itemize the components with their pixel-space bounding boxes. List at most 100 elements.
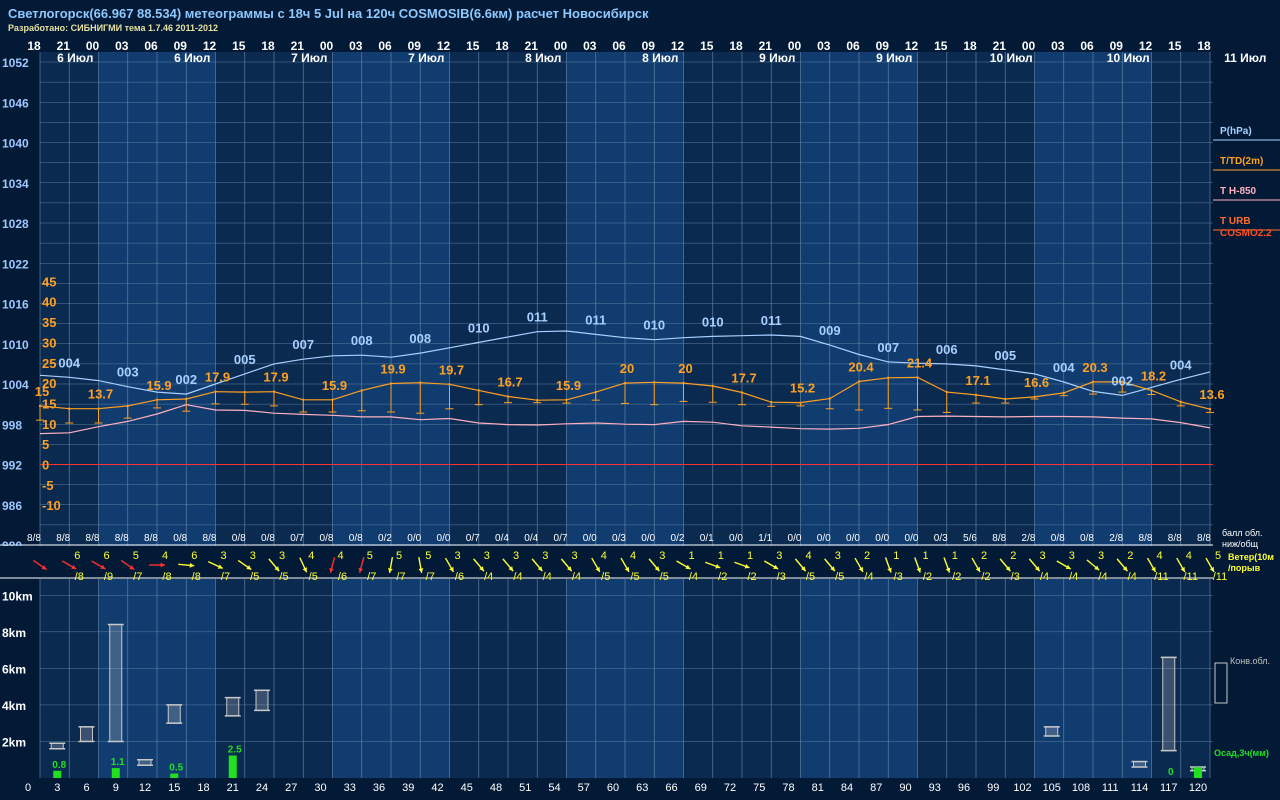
hour-tick-label: 06 [1080,39,1094,53]
bottom-hour-label: 60 [607,782,619,794]
time-band [40,52,70,778]
cloud-cover-label: 0/3 [934,533,948,544]
pressure-data-label: 007 [877,340,899,355]
time-band [1005,52,1035,778]
precip-label: 0 [1168,767,1174,778]
convective-cloud-bar [167,704,181,724]
wind-gust-label: /4 [543,571,552,583]
precip-bar [1194,767,1202,778]
cloud-cover-label: 0/8 [1080,533,1094,544]
pressure-tick-label: 1046 [2,96,29,110]
day-label: 10 Июл [1107,51,1150,65]
time-band [946,52,976,778]
cloud-cover-label: 0/0 [817,533,831,544]
temperature-point [711,384,714,388]
hour-tick-label: 18 [1197,39,1211,53]
temperature-point [740,391,744,394]
cloud-cover-label: 0/1 [700,533,714,544]
temp-tick-label: 40 [42,295,56,310]
wind-speed-label: 1 [893,550,899,562]
wind-speed-label: 3 [1039,550,1045,562]
wind-speed-label: 3 [454,550,460,562]
day-label: 8 Июл [642,51,678,65]
bottom-hour-label: 63 [636,782,648,794]
bottom-hour-label: 48 [490,782,502,794]
temperature-point [126,404,129,408]
bottom-hour-label: 96 [958,782,970,794]
bottom-hour-label: 105 [1043,782,1061,794]
wind-speed-label: 1 [688,550,694,562]
cloud-cover-label: 0/0 [583,533,597,544]
time-band [449,52,479,778]
cloud-cover-label: 8/8 [56,533,70,544]
cloud-cover-label: 0/8 [320,533,334,544]
wind-speed-label: 1 [718,550,724,562]
wind-gust-label: /7 [367,571,376,583]
legend-label: P(hPa) [1220,126,1252,137]
hour-tick-label: 18 [261,39,275,53]
wind-speed-label: 4 [1156,550,1162,562]
bottom-hour-label: 36 [373,782,385,794]
wind-gust-label: /7 [221,571,230,583]
wind-speed-label: 3 [1069,550,1075,562]
wind-speed-label: 4 [601,550,607,562]
wind-gust-label: /5 [250,571,259,583]
time-band [917,52,947,778]
wind-gust-label: /5 [660,571,669,583]
temp-tick-label: 25 [42,356,56,371]
precip-label: 0.8 [52,760,66,771]
time-band [1034,52,1064,778]
wind-gust-label: /2 [747,571,756,583]
time-band [478,52,508,778]
wind-gust-label: /3 [894,571,903,583]
wind-speed-label: 6 [74,550,80,562]
wind-speed-label: 1 [952,550,958,562]
time-band [1180,52,1210,778]
temperature-point [974,393,978,397]
pressure-data-label: 008 [409,331,431,346]
temperature-data-label: 15 [35,384,49,399]
wind-speed-label: 6 [103,550,109,562]
wind-speed-label: 2 [981,550,987,562]
time-band [742,52,772,778]
temperature-data-label: 15.9 [556,378,581,393]
wind-speed-label: 3 [250,550,256,562]
temp-tick-label: 30 [42,335,56,350]
cloud-cover-label: 0/0 [407,533,421,544]
pressure-data-label: 005 [234,352,256,367]
temperature-data-label: 15.2 [790,381,815,396]
wind-gust-label: /4 [513,571,522,583]
wind-gust-label: /4 [484,571,493,583]
temp-tick-label: 10 [42,417,56,432]
hour-tick-label: 18 [27,39,41,53]
bottom-hour-label: 117 [1160,782,1178,794]
bottom-hour-label: 12 [139,782,151,794]
wind-gust-label: /4 [1040,571,1049,583]
temperature-point [155,398,159,401]
time-band [508,52,538,778]
time-band [537,52,567,778]
wind-speed-label: 5 [1215,550,1221,562]
temperature-point [623,381,627,385]
temperature-point [1004,397,1007,401]
convective-cloud-bar [255,689,269,711]
wind-speed-label: 2 [1127,550,1133,562]
wind-gust-label: /6 [455,571,464,583]
wind-gust-label: /3 [777,571,786,583]
precip-bar [53,770,62,778]
cloud-cover-label: 8/8 [86,533,100,544]
convective-cloud-bar [138,759,152,766]
temperature-point [214,390,217,393]
temperature-point [1033,395,1036,399]
bottom-hour-label: 69 [695,782,707,794]
cloud-cover-label: 0/2 [671,533,685,544]
hour-tick-label: 15 [700,39,714,53]
bottom-hour-label: 9 [113,782,119,794]
bottom-hour-label: 18 [197,782,209,794]
legend-label: T/TD(2m) [1220,156,1263,167]
pressure-tick-label: 1034 [2,177,29,191]
temperature-data-label: 16.6 [1024,375,1049,390]
temperature-point [828,397,831,400]
cloud-cover-label: 0/0 [729,533,743,544]
time-band [186,52,216,778]
